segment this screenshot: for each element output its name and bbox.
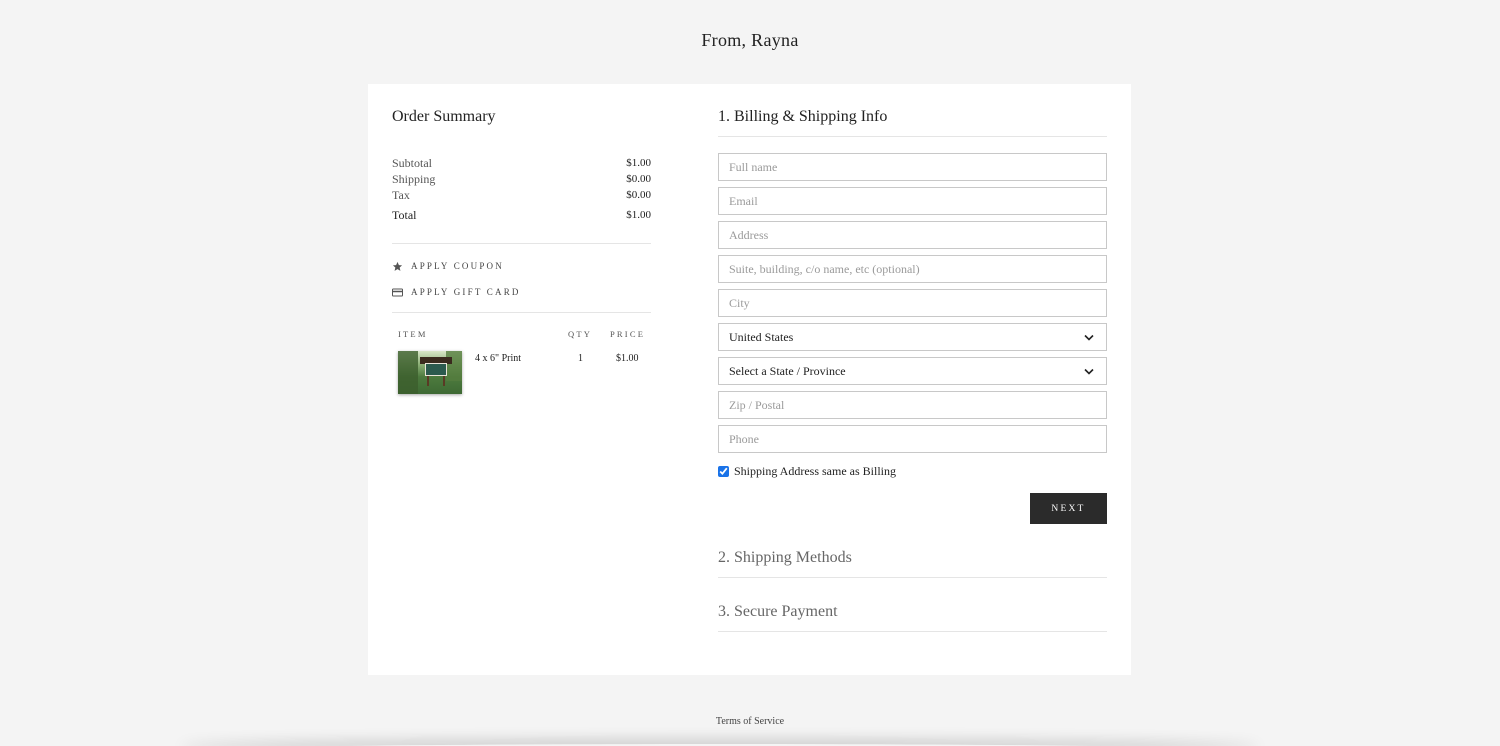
shipping-label: Shipping xyxy=(392,172,436,186)
tax-label: Tax xyxy=(392,188,410,202)
credit-card-icon xyxy=(392,287,403,298)
same-address-checkbox[interactable] xyxy=(718,465,729,477)
divider xyxy=(718,136,1107,137)
order-summary-title: Order Summary xyxy=(392,108,496,125)
totals: Subtotal $1.00 Shipping $0.00 Tax $0.00 … xyxy=(392,155,651,223)
order-summary: Order Summary Subtotal $1.00 Shipping $0… xyxy=(392,108,651,397)
terms-of-service-link[interactable]: Terms of Service xyxy=(0,716,1500,727)
chevron-down-icon xyxy=(1084,366,1094,376)
apply-coupon-button[interactable]: APPLY COUPON xyxy=(392,259,651,273)
page-title: From, Rayna xyxy=(701,30,799,50)
country-value: United States xyxy=(729,329,794,344)
billing-form: United States Select a State / Province xyxy=(718,153,1107,453)
email-field[interactable] xyxy=(718,187,1107,215)
item-qty: 1 xyxy=(578,353,583,364)
country-select[interactable]: United States xyxy=(718,323,1107,351)
checkout-card: Order Summary Subtotal $1.00 Shipping $0… xyxy=(368,84,1131,675)
total-label: Total xyxy=(392,208,417,222)
divider xyxy=(718,577,1107,578)
apply-gift-card-button[interactable]: APPLY GIFT CARD xyxy=(392,285,651,299)
tax-row: Tax $0.00 xyxy=(392,187,651,203)
suite-field[interactable] xyxy=(718,255,1107,283)
product-thumbnail xyxy=(398,351,462,394)
list-item: 4 x 6" Print 1 $1.00 xyxy=(392,351,651,397)
secure-payment-title: 3. Secure Payment xyxy=(718,603,838,620)
column-qty: QTY xyxy=(568,329,593,339)
column-item: ITEM xyxy=(398,329,428,339)
item-price: $1.00 xyxy=(616,353,639,364)
phone-field[interactable] xyxy=(718,425,1107,453)
divider xyxy=(392,312,651,313)
tax-value: $0.00 xyxy=(626,189,651,201)
billing-title: 1. Billing & Shipping Info xyxy=(718,108,888,125)
shipping-value: $0.00 xyxy=(626,173,651,185)
next-button[interactable]: NEXT xyxy=(1030,493,1107,524)
items-header: ITEM QTY PRICE xyxy=(392,329,651,341)
city-field[interactable] xyxy=(718,289,1107,317)
step-shipping-methods[interactable]: 2. Shipping Methods xyxy=(718,549,1107,578)
shipping-methods-title: 2. Shipping Methods xyxy=(718,549,852,566)
total-row: Total $1.00 xyxy=(392,207,651,223)
full-name-field[interactable] xyxy=(718,153,1107,181)
subtotal-value: $1.00 xyxy=(626,157,651,169)
state-value: Select a State / Province xyxy=(729,363,846,378)
apply-coupon-label: APPLY COUPON xyxy=(411,261,504,271)
apply-gift-card-label: APPLY GIFT CARD xyxy=(411,287,521,297)
total-value: $1.00 xyxy=(626,209,651,221)
zip-field[interactable] xyxy=(718,391,1107,419)
subtotal-row: Subtotal $1.00 xyxy=(392,155,651,171)
divider xyxy=(392,243,651,244)
same-address-option[interactable]: Shipping Address same as Billing xyxy=(718,463,1107,479)
address-field[interactable] xyxy=(718,221,1107,249)
column-price: PRICE xyxy=(610,329,646,339)
divider xyxy=(718,631,1107,632)
chevron-down-icon xyxy=(1084,332,1094,342)
same-address-label: Shipping Address same as Billing xyxy=(734,463,896,478)
shipping-row: Shipping $0.00 xyxy=(392,171,651,187)
next-wrap: NEXT xyxy=(718,493,1107,524)
item-name: 4 x 6" Print xyxy=(475,353,522,364)
subtotal-label: Subtotal xyxy=(392,156,433,170)
billing-section: 1. Billing & Shipping Info United States… xyxy=(718,108,1107,632)
star-icon xyxy=(392,261,403,272)
step-secure-payment[interactable]: 3. Secure Payment xyxy=(718,603,1107,632)
state-select[interactable]: Select a State / Province xyxy=(718,357,1107,385)
